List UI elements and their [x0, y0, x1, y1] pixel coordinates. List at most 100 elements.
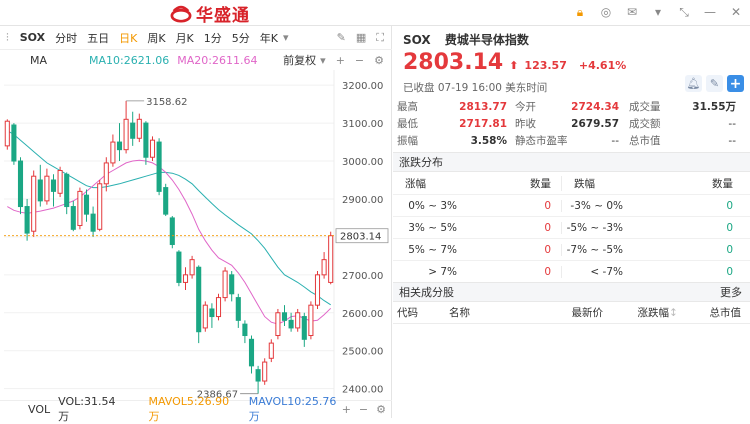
vol-zoom-out-icon[interactable]: −	[359, 403, 368, 416]
candle-body	[24, 206, 30, 234]
candle-body	[255, 369, 261, 382]
minimize-icon[interactable]: —	[702, 4, 718, 20]
candle-body	[31, 175, 37, 232]
stat-label-prev-close: 昨收	[515, 118, 536, 130]
candle-body	[136, 118, 142, 139]
stat-value-low: 2717.81	[459, 117, 507, 130]
stat-value-amplitude: 3.58%	[470, 134, 507, 147]
col-header-rise-count: 数量	[530, 178, 551, 190]
candle-body	[37, 179, 43, 202]
y-tick-label: 2700.00	[342, 271, 383, 282]
vol-settings-gear-icon[interactable]: ⚙	[376, 403, 386, 416]
toolbar-symbol: SOX	[19, 31, 46, 44]
candle-body	[281, 312, 288, 321]
stat-value-prev-close: 2679.57	[571, 117, 619, 130]
col-header-code[interactable]: 代码	[393, 305, 443, 320]
constituents-table-header: 代码 名称 最新价 涨跌幅 ↕ 总市值	[393, 302, 750, 324]
headset-icon[interactable]: ◎	[598, 4, 614, 20]
table-header-row: 涨幅 数量 跌幅 数量	[393, 173, 750, 195]
period-tab-yearly[interactable]: 年K	[255, 30, 283, 46]
candle-body	[209, 308, 215, 318]
quote-panel: SOX 费城半导体指数 2803.14 ⬆ 123.57 +4.61% 已收盘 …	[393, 26, 750, 418]
table-row[interactable]: > 7% 0 < -7% 0	[393, 261, 750, 283]
candle-body	[222, 270, 228, 299]
candle-body	[248, 338, 255, 367]
period-tab-weekly[interactable]: 周K	[142, 30, 170, 46]
candle-body	[295, 312, 301, 329]
adjust-chevron-icon[interactable]: ▾	[320, 54, 326, 67]
draw-pen-icon[interactable]: ✎	[337, 31, 346, 45]
candle-body	[189, 259, 195, 276]
col-header-fall: 跌幅	[561, 176, 629, 191]
stat-value-high: 2813.77	[459, 100, 507, 113]
stats-row: 振幅 3.58% 静态市盈率 -- 总市值 --	[393, 132, 750, 149]
candle-body	[130, 122, 136, 139]
candle-body	[4, 120, 10, 147]
ma-indicator-line: MA MA10:2621.06 MA20:2611.64 前复权 ▾ + − ⚙	[0, 50, 392, 70]
candle-body	[202, 304, 208, 329]
col-header-name[interactable]: 名称	[443, 305, 553, 320]
y-tick-label: 2500.00	[342, 347, 383, 358]
sidebar-toggle-icon[interactable]: ⫶	[0, 31, 14, 45]
candle-body	[97, 183, 103, 230]
vol-label[interactable]: VOL	[0, 403, 50, 416]
ma-label[interactable]: MA	[0, 54, 47, 67]
stat-value-volume: 31.55万	[692, 101, 736, 113]
fall-count: 0	[726, 221, 733, 234]
zoom-in-icon[interactable]: +	[336, 54, 345, 67]
add-icon[interactable]: +	[727, 75, 744, 92]
quote-price-row: 2803.14 ⬆ 123.57 +4.61%	[403, 50, 626, 75]
grid-icon[interactable]: ▦	[356, 31, 366, 45]
period-tab-5day[interactable]: 五日	[82, 30, 114, 46]
candle-body	[182, 274, 189, 283]
stat-value-market-cap: --	[728, 134, 736, 147]
period-tab-daily[interactable]: 日K	[114, 30, 142, 46]
stats-row: 最低 2717.81 昨收 2679.57 成交额 --	[393, 115, 750, 132]
period-tab-intraday[interactable]: 分时	[50, 30, 82, 46]
table-row[interactable]: 3% ~ 5% 0 -5% ~ -3% 0	[393, 217, 750, 239]
rise-count: 0	[544, 265, 551, 278]
shirt-icon[interactable]: ▾	[650, 4, 666, 20]
adjust-select[interactable]: 前复权	[283, 52, 320, 68]
collapse-icon[interactable]: ⤡	[676, 4, 692, 20]
constituents-more-link[interactable]: 更多	[720, 284, 750, 300]
col-header-change[interactable]: 涨跌幅	[603, 305, 670, 320]
ma10-line	[7, 130, 331, 306]
stat-label-pe: 静态市盈率	[515, 135, 568, 147]
period-tab-5min[interactable]: 5分	[227, 30, 255, 46]
period-tab-monthly[interactable]: 月K	[171, 30, 199, 46]
brand-name: 华盛通	[196, 5, 250, 26]
lock-icon[interactable]: 🔒︎	[572, 4, 588, 20]
y-tick-label: 3100.00	[342, 119, 383, 130]
col-header-last[interactable]: 最新价	[553, 305, 604, 320]
candlestick-chart[interactable]: 3200.003100.003000.002900.002800.002700.…	[0, 70, 392, 400]
rise-count: 0	[544, 221, 551, 234]
zoom-out-icon[interactable]: −	[355, 54, 364, 67]
up-arrow-icon: ⬆	[509, 59, 519, 72]
candle-body	[229, 274, 235, 295]
rise-range: 5% ~ 7%	[408, 243, 457, 256]
candle-body	[90, 213, 96, 232]
settings-gear-icon[interactable]: ⚙	[374, 54, 384, 67]
constituents-title: 相关成分股	[399, 286, 454, 299]
bell-icon[interactable]: 🔔︎	[685, 75, 702, 92]
period-more-chevron-icon[interactable]: ▾	[283, 31, 294, 44]
table-row[interactable]: 5% ~ 7% 0 -7% ~ -5% 0	[393, 239, 750, 261]
vol-zoom-in-icon[interactable]: +	[342, 403, 351, 416]
table-row[interactable]: 0% ~ 3% 0 -3% ~ 0% 0	[393, 195, 750, 217]
title-bar: 华盛通 🔒︎ ◎ ✉ ▾ ⤡ — ✕	[0, 0, 750, 26]
mail-icon[interactable]: ✉	[624, 4, 640, 20]
candle-body	[116, 141, 123, 151]
mavol5-value: MAVOL5:26.90万	[148, 395, 230, 423]
candle-body	[163, 187, 169, 215]
col-header-market-cap[interactable]: 总市值	[677, 305, 742, 320]
sort-arrows-icon[interactable]: ↕	[669, 307, 678, 319]
candle-body	[57, 170, 63, 194]
period-tab-1min[interactable]: 1分	[199, 30, 227, 46]
close-icon[interactable]: ✕	[728, 4, 744, 20]
candle-body	[328, 235, 334, 283]
edit-icon[interactable]: ✎	[706, 75, 723, 92]
candle-body	[110, 141, 116, 164]
distribution-title: 涨跌分布	[399, 156, 443, 169]
expand-icon[interactable]: ⛶	[376, 31, 384, 45]
